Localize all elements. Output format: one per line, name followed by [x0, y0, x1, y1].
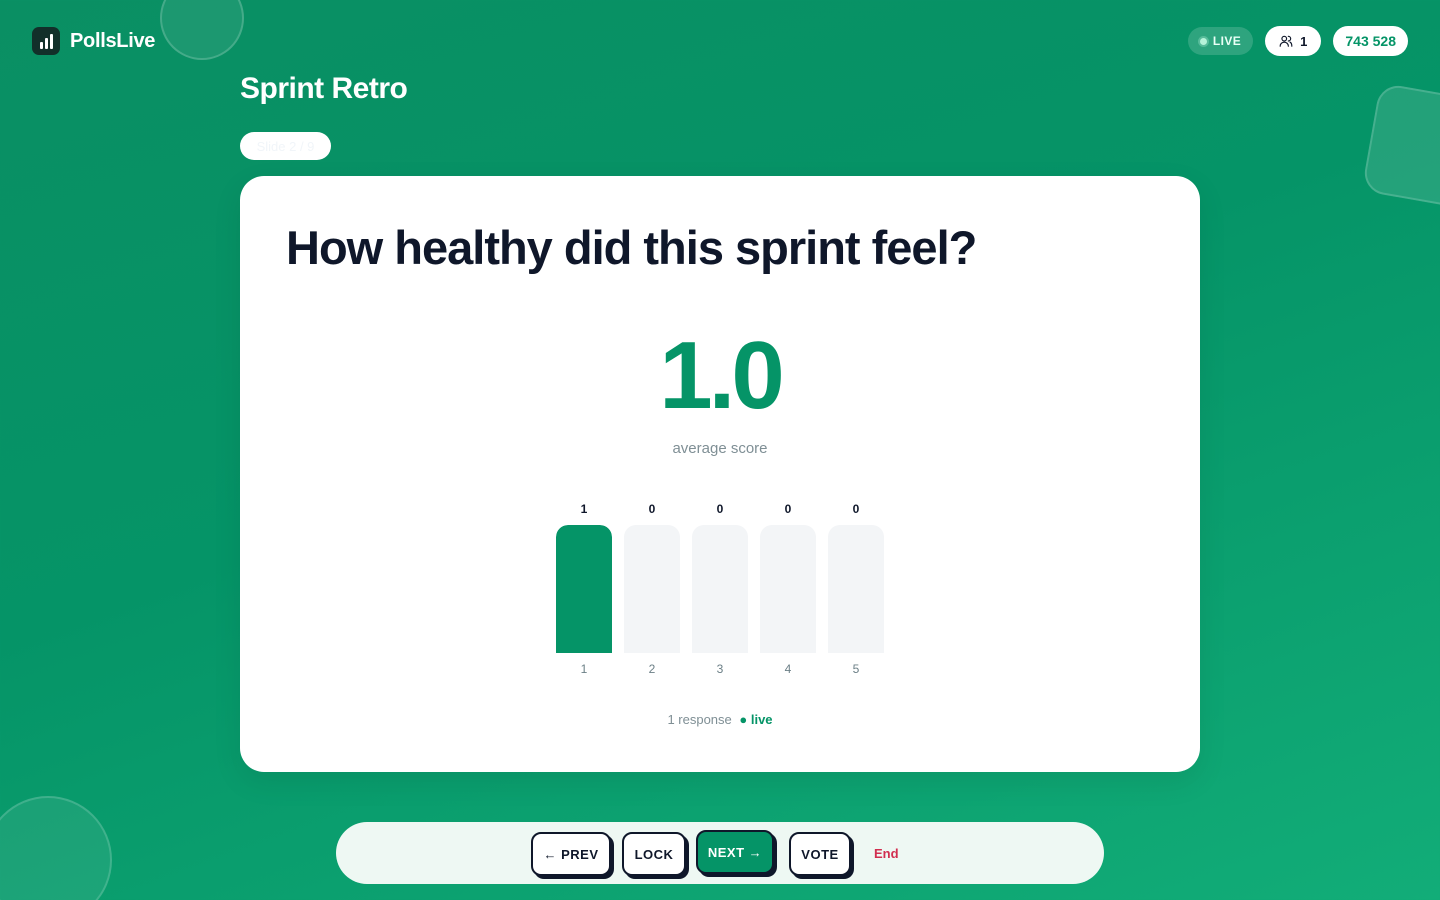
bar-track — [760, 525, 816, 653]
bar-value-label: 0 — [784, 502, 792, 516]
brand[interactable]: PollsLive — [32, 27, 155, 55]
join-code-badge[interactable]: 743 528 — [1333, 26, 1408, 56]
decorative-square — [1361, 82, 1440, 212]
bar-category-label: 5 — [852, 662, 860, 676]
participants-count: 1 — [1300, 33, 1308, 49]
polls-logo-icon — [32, 27, 60, 55]
average-score-label: average score — [672, 440, 768, 457]
next-button[interactable]: NEXT → — [696, 830, 774, 874]
live-badge: LIVE — [1187, 27, 1254, 55]
bar — [556, 525, 612, 653]
question-text: How healthy did this sprint feel? — [286, 221, 977, 274]
bar-value-label: 0 — [852, 502, 860, 516]
bar-track — [556, 525, 612, 653]
participants-badge[interactable]: 1 — [1265, 26, 1322, 56]
bar-track — [624, 525, 680, 653]
bar-category-label: 1 — [580, 662, 588, 676]
live-dot-icon — [1199, 37, 1207, 45]
response-summary: 1 response ● live — [240, 712, 1200, 727]
users-icon — [1279, 35, 1293, 47]
response-count: 1 response — [667, 712, 732, 727]
average-score: 1.0 — [659, 322, 784, 429]
decorative-circle — [160, 0, 244, 60]
slide-indicator: Slide 2 / 9 — [240, 132, 331, 160]
decorative-circle — [0, 796, 112, 900]
bar-value-label: 1 — [580, 502, 588, 516]
live-indicator: ● live — [739, 712, 773, 727]
bar-value-label: 0 — [648, 502, 656, 516]
prev-button[interactable]: ← PREV — [531, 832, 611, 876]
bar-value-label: 0 — [716, 502, 724, 516]
session-title: Sprint Retro — [240, 72, 408, 105]
presenter-controls: ← PREV LOCK NEXT → VOTE End — [336, 822, 1104, 884]
live-label: LIVE — [1212, 34, 1242, 48]
vote-button[interactable]: VOTE — [789, 832, 851, 876]
bar-category-label: 2 — [648, 662, 656, 676]
brand-name: PollsLive — [70, 29, 156, 52]
bar-category-label: 3 — [716, 662, 724, 676]
bar-track — [828, 525, 884, 653]
score-distribution-chart: 1 1 0 2 0 3 0 4 0 5 — [556, 502, 884, 682]
bar-track — [692, 525, 748, 653]
bar-category-label: 4 — [784, 662, 792, 676]
question-card: How healthy did this sprint feel? 1.0 av… — [240, 176, 1200, 772]
end-button[interactable]: End — [866, 842, 907, 864]
session-status-bar: LIVE 1 743 528 — [1187, 26, 1408, 56]
lock-button[interactable]: LOCK — [622, 832, 686, 876]
